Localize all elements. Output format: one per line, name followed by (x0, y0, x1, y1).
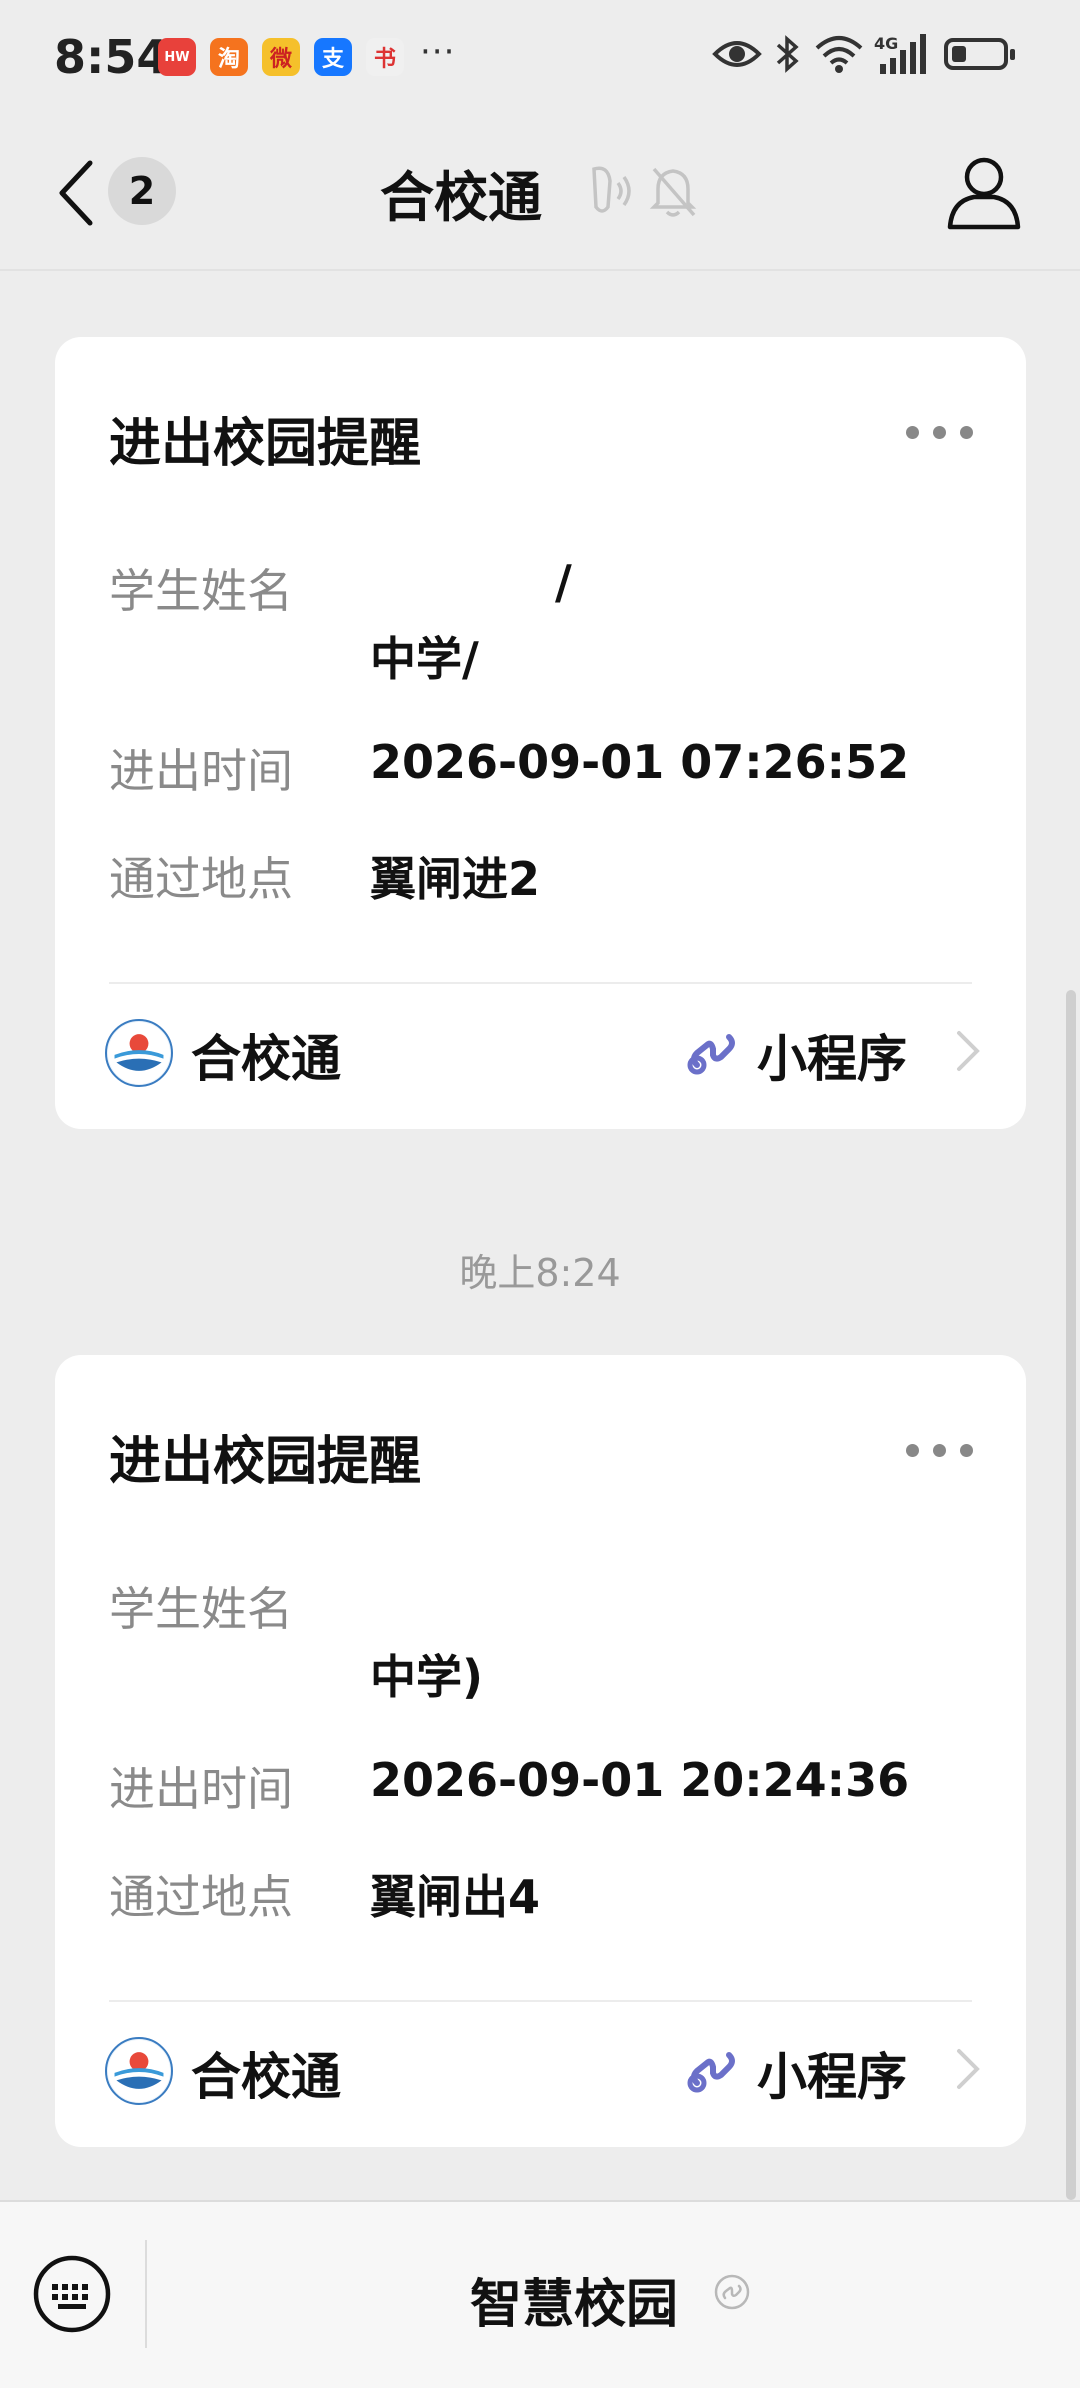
menu-divider (145, 2240, 147, 2348)
chevron-right-icon[interactable] (953, 1027, 983, 1075)
exit-time-value: 2026-09-01 20:24:36 (370, 1753, 910, 1807)
scrollbar[interactable] (1066, 990, 1076, 2200)
hexiaotong-logo-icon (105, 1019, 173, 1087)
student-name-value-line2: 中学) (370, 1650, 484, 1704)
location-value: 翼闸进2 (370, 852, 541, 906)
chat-header: 2 合校通 (0, 115, 1080, 271)
card-divider (109, 982, 972, 984)
entry-time-label: 进出时间 (109, 744, 293, 798)
exit-time-label: 进出时间 (109, 1762, 293, 1816)
student-name-value-line1: / (555, 555, 572, 609)
student-name-label: 学生姓名 (109, 1582, 293, 1636)
location-label: 通过地点 (109, 1870, 293, 1924)
hexiaotong-logo-icon (105, 2037, 173, 2105)
status-bar: 8:54 HW 淘 微 支 书 ··· 4G (0, 0, 1080, 115)
message-timestamp: 晚上8:24 (459, 1251, 621, 1295)
app-name: 合校通 (191, 1030, 341, 1088)
location-value: 翼闸出4 (370, 1870, 541, 1924)
mini-program-icon (687, 1034, 735, 1075)
mini-program-label[interactable]: 小程序 (757, 1019, 907, 1091)
book-reader-icon: 书 (366, 38, 404, 76)
more-notifications-icon: ··· (420, 32, 456, 72)
profile-button[interactable] (946, 153, 1022, 233)
student-name-value-line2: 中学/ (370, 632, 479, 686)
keyboard-toggle-button[interactable] (32, 2254, 112, 2334)
app-name: 合校通 (191, 2048, 341, 2106)
location-label: 通过地点 (109, 852, 293, 906)
chat-title: 合校通 (380, 166, 542, 229)
earpiece-mode-icon (592, 166, 631, 213)
huawei-appgallery-icon: HW (158, 38, 196, 76)
message-card[interactable]: 进出校园提醒 学生姓名 中学) 进出时间 2026-09-01 20:24:36… (55, 1355, 1026, 2147)
card-divider (109, 2000, 972, 2002)
student-name-label: 学生姓名 (109, 564, 293, 618)
more-options-button[interactable] (887, 1435, 991, 1465)
taobao-icon: 淘 (210, 38, 248, 76)
wifi-icon (815, 36, 863, 73)
bottom-menu-bar: 智慧校园 (0, 2200, 1080, 2388)
mini-program-icon (714, 2274, 750, 2310)
card-title: 进出校园提醒 (109, 1432, 422, 1492)
smart-campus-menu[interactable]: 智慧校园 (470, 2262, 678, 2337)
chevron-right-icon[interactable] (953, 2045, 983, 2093)
mute-bell-icon (649, 167, 697, 217)
card-title: 进出校园提醒 (109, 414, 422, 474)
battery-icon (944, 38, 1015, 70)
bluetooth-icon (776, 35, 799, 73)
more-options-button[interactable] (887, 417, 991, 447)
mini-program-label[interactable]: 小程序 (757, 2037, 907, 2109)
cellular-signal-icon (880, 34, 926, 74)
message-card[interactable]: 进出校园提醒 学生姓名 / 中学/ 进出时间 2026-09-01 07:26:… (55, 337, 1026, 1129)
entry-time-value: 2026-09-01 07:26:52 (370, 735, 910, 789)
status-time: 8:54 (54, 30, 169, 84)
mini-program-icon (687, 2052, 735, 2093)
back-button[interactable] (46, 155, 106, 231)
unread-count-badge[interactable]: 2 (108, 157, 176, 225)
weibo-icon: 微 (262, 38, 300, 76)
eye-icon (712, 41, 762, 67)
alipay-icon: 支 (314, 38, 352, 76)
